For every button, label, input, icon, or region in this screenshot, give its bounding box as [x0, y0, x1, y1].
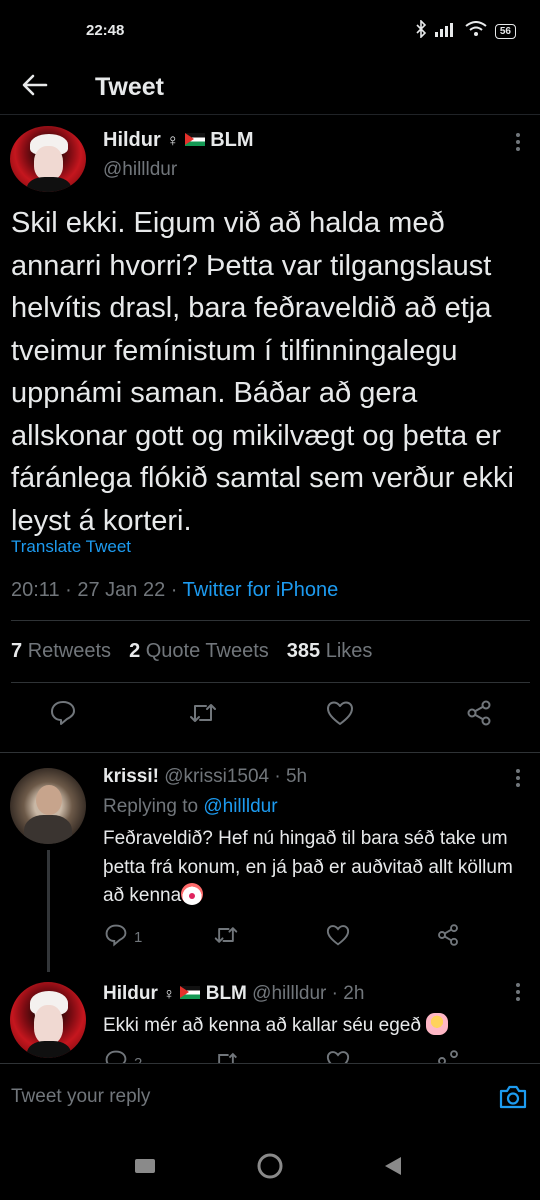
- retweet-icon: [213, 1049, 239, 1063]
- status-icons: 56: [415, 19, 516, 43]
- reply-header: krissi! @krissi1504 · 5h: [103, 766, 308, 787]
- page-title: Tweet: [95, 72, 164, 101]
- female-sign-icon: ♀: [163, 986, 176, 1003]
- bluetooth-icon: [415, 19, 427, 43]
- app-header: Tweet: [0, 60, 540, 115]
- share-icon: [465, 699, 493, 732]
- home-icon: [256, 1152, 284, 1185]
- reply-age: 5h: [285, 766, 308, 787]
- author-handle[interactable]: @hillldur: [103, 159, 177, 181]
- reply-button[interactable]: [45, 697, 81, 733]
- arrow-left-icon: [22, 74, 48, 101]
- reply-tweet[interactable]: Hildur ♀ BLM @hillldur · 2h Ekki mér að …: [0, 972, 540, 1063]
- replying-to-mention[interactable]: @hillldur: [203, 796, 277, 817]
- more-options-icon[interactable]: [508, 980, 528, 1004]
- heart-icon: [326, 1050, 350, 1063]
- reply-actions: 2: [100, 1050, 500, 1063]
- separator: ·: [170, 579, 183, 601]
- retweet-button[interactable]: [185, 697, 221, 733]
- palestine-flag-icon: [180, 986, 201, 999]
- camera-icon: [498, 1084, 528, 1115]
- wifi-icon: [465, 21, 487, 42]
- share-icon: [436, 923, 460, 951]
- divider: [11, 682, 530, 683]
- divider: [11, 620, 530, 621]
- reply-actions: 1: [100, 924, 500, 954]
- retweets-stat[interactable]: 7 Retweets: [11, 640, 111, 663]
- author-name[interactable]: Hildur ♀ BLM: [103, 129, 254, 152]
- reply-input[interactable]: [11, 1086, 451, 1108]
- like-button[interactable]: [326, 924, 350, 950]
- share-icon: [436, 1049, 460, 1063]
- share-button[interactable]: [436, 924, 460, 950]
- home-button[interactable]: [255, 1153, 285, 1183]
- thread-line: [47, 850, 50, 972]
- author-display-name: Hildur: [103, 129, 161, 151]
- tweet-meta: 20:11 · 27 Jan 22 · Twitter for iPhone: [11, 579, 338, 602]
- author-suffix: BLM: [210, 129, 254, 151]
- reply-count: 2: [134, 1054, 143, 1064]
- battery-indicator: 56: [494, 24, 516, 39]
- retweet-button[interactable]: [213, 1050, 239, 1063]
- tweet-stats: 7 Retweets 2 Quote Tweets 385 Likes: [11, 640, 372, 663]
- triangle-back-icon: [381, 1154, 405, 1183]
- translate-tweet-link[interactable]: Translate Tweet: [11, 537, 131, 557]
- reply-author-handle[interactable]: @krissi1504: [164, 766, 269, 787]
- share-button[interactable]: [461, 697, 497, 733]
- avatar[interactable]: [10, 768, 86, 844]
- tweet-date: 27 Jan 22: [77, 579, 166, 601]
- palestine-flag-icon: [184, 133, 205, 146]
- tweet-client-link[interactable]: Twitter for iPhone: [183, 579, 339, 601]
- female-sign-icon: ♀: [166, 131, 180, 150]
- reply-author-name[interactable]: krissi!: [103, 766, 159, 787]
- reply-text: Feðraveldið? Hef nú hingað til bara séð …: [103, 828, 513, 906]
- avatar[interactable]: [10, 982, 86, 1058]
- heart-icon: [326, 924, 350, 950]
- signal-icon: [434, 21, 457, 42]
- retweet-icon: [188, 699, 218, 732]
- reply-author-name[interactable]: Hildur ♀ BLM: [103, 983, 252, 1004]
- retweet-button[interactable]: [213, 924, 239, 950]
- retweet-icon: [213, 923, 239, 951]
- reply-age: 2h: [343, 983, 365, 1004]
- tweet-text: Skil ekki. Eigum við að halda með annarr…: [11, 207, 514, 537]
- recents-button[interactable]: [130, 1153, 160, 1183]
- tweet-author: [0, 122, 540, 192]
- separator: ·: [65, 579, 78, 601]
- quote-tweets-stat[interactable]: 2 Quote Tweets: [129, 640, 269, 663]
- back-nav-button[interactable]: [378, 1153, 408, 1183]
- tweet-actions: [0, 697, 540, 737]
- reply-button[interactable]: 2: [104, 1050, 142, 1063]
- speech-bubble-icon: [49, 699, 77, 732]
- tweet-time: 20:11: [11, 579, 60, 601]
- shrug-emoji-icon: [426, 1013, 449, 1035]
- back-button[interactable]: [0, 60, 70, 115]
- replying-to-label: Replying to: [103, 796, 199, 817]
- camera-button[interactable]: [496, 1082, 530, 1116]
- heart-icon: [326, 700, 354, 731]
- reply-text: Ekki mér að kenna að kallar séu egeð: [103, 1012, 528, 1041]
- share-button[interactable]: [436, 1050, 460, 1063]
- system-nav-bar: [0, 1135, 540, 1200]
- clown-emoji-icon: [181, 883, 204, 905]
- speech-bubble-icon: [104, 1049, 128, 1063]
- avatar[interactable]: [10, 126, 86, 192]
- speech-bubble-icon: [104, 923, 128, 951]
- like-button[interactable]: [326, 1050, 350, 1063]
- status-bar: 22:48 56: [0, 0, 540, 60]
- reply-count: 1: [134, 928, 143, 946]
- like-button[interactable]: [322, 697, 358, 733]
- reply-header: Hildur ♀ BLM @hillldur · 2h: [103, 983, 365, 1004]
- likes-stat[interactable]: 385 Likes: [287, 640, 373, 663]
- more-options-icon[interactable]: [508, 130, 528, 154]
- status-time: 22:48: [86, 22, 125, 39]
- reply-compose-bar: [0, 1063, 540, 1135]
- more-options-icon[interactable]: [508, 766, 528, 790]
- reply-tweet[interactable]: krissi! @krissi1504 · 5h Replying to @hi…: [0, 752, 540, 972]
- recents-icon: [133, 1156, 157, 1181]
- replying-to: Replying to @hillldur: [103, 796, 278, 818]
- reply-author-handle[interactable]: @hillldur: [252, 983, 326, 1004]
- reply-button[interactable]: 1: [104, 924, 142, 950]
